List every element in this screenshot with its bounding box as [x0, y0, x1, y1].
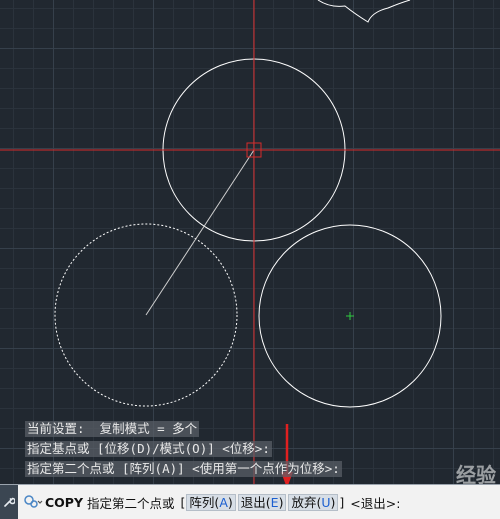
wrench-icon[interactable]	[0, 485, 18, 519]
option-undo[interactable]: 放弃(U)	[288, 493, 339, 511]
drawing-viewport[interactable]: 当前设置: 复制模式 = 多个 指定基点或 [位移(D)/模式(O)] <位移>…	[0, 0, 500, 487]
command-input[interactable]: COPY 指定第二个点或 [ 阵列(A) 退出(E) 放弃(U) ] <退出>:	[45, 493, 400, 512]
bracket-open: [	[180, 494, 186, 510]
drawing-canvas[interactable]	[0, 0, 500, 484]
command-history-line: 指定基点或 [位移(D)/模式(O)] <位移>:	[25, 441, 272, 457]
bracket-close: ]	[339, 494, 345, 510]
command-history-line: 指定第二个点或 [阵列(A)] <使用第一个点作为位移>:	[25, 461, 342, 477]
command-prompt: 指定第二个点或	[87, 495, 175, 511]
rubber-band-line	[145, 149, 255, 316]
partial-shape-top	[317, 0, 411, 23]
option-array[interactable]: 阵列(A)	[186, 493, 236, 511]
command-recent-icon[interactable]	[21, 494, 45, 510]
command-line-bar[interactable]: COPY 指定第二个点或 [ 阵列(A) 退出(E) 放弃(U) ] <退出>:	[0, 484, 500, 519]
command-history-line: 当前设置: 复制模式 = 多个	[25, 421, 200, 437]
command-name: COPY	[45, 494, 84, 510]
option-exit[interactable]: 退出(E)	[237, 493, 287, 511]
default-option: <退出>:	[350, 495, 401, 511]
center-marker	[346, 312, 354, 320]
crosshair-cursor	[0, 0, 500, 484]
